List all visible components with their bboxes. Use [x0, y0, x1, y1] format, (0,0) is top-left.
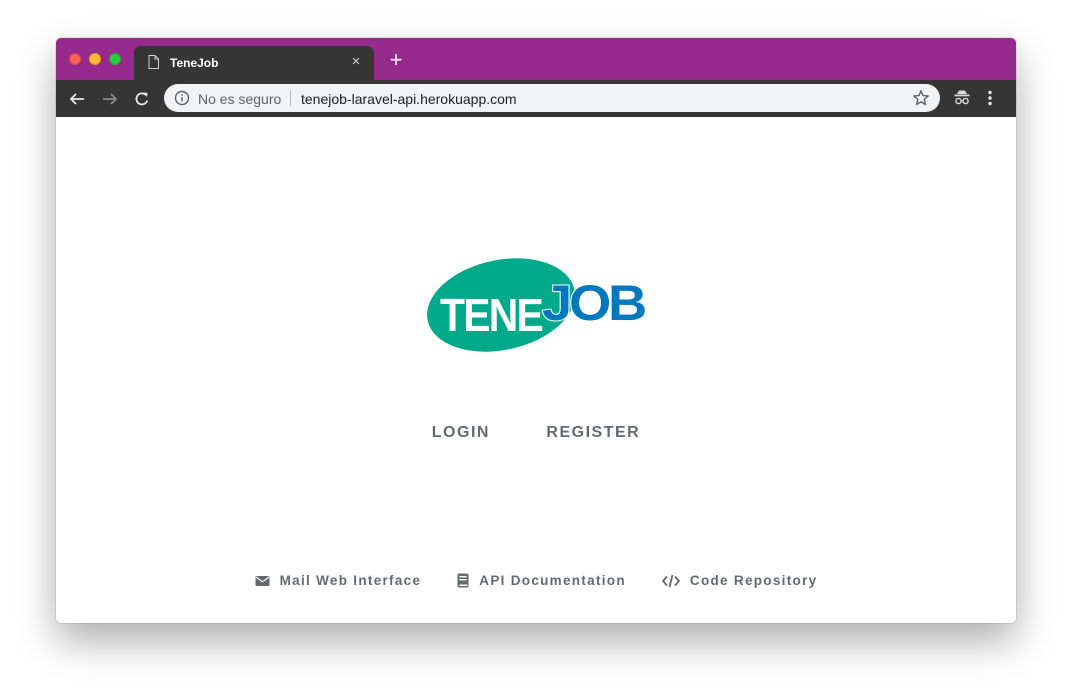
address-bar[interactable]: No es seguro tenejob-laravel-api.herokua…	[164, 84, 940, 112]
tab-title: TeneJob	[170, 56, 219, 70]
tenejob-logo: TENE JOB	[424, 257, 650, 358]
url-text[interactable]: tenejob-laravel-api.herokuapp.com	[301, 91, 517, 107]
window-maximize-button[interactable]	[109, 53, 121, 65]
omnibox-divider	[290, 90, 291, 106]
close-icon[interactable]: ×	[348, 54, 364, 70]
browser-window: TeneJob × + No es seguro tenejob-laravel…	[56, 38, 1016, 623]
back-icon[interactable]	[66, 88, 88, 110]
window-minimize-button[interactable]	[89, 53, 101, 65]
code-repository-link[interactable]: Code Repository	[661, 573, 818, 588]
tab-bar: TeneJob × +	[56, 38, 1016, 80]
logo-job-text: JOB	[542, 275, 645, 331]
login-link[interactable]: LOGIN	[432, 424, 490, 442]
api-documentation-label: API Documentation	[479, 573, 626, 588]
forward-icon[interactable]	[99, 88, 121, 110]
book-icon	[457, 573, 469, 588]
envelope-icon	[255, 575, 270, 587]
auth-links: LOGIN REGISTER	[56, 424, 1016, 442]
browser-toolbar: No es seguro tenejob-laravel-api.herokua…	[56, 80, 1016, 117]
document-icon	[148, 55, 159, 74]
security-label[interactable]: No es seguro	[198, 91, 281, 107]
info-icon[interactable]	[174, 90, 190, 111]
star-icon[interactable]	[912, 89, 930, 112]
code-icon	[661, 574, 680, 588]
window-close-button[interactable]	[69, 53, 81, 65]
footer-links: Mail Web Interface API Documentation Cod…	[56, 573, 1016, 588]
logo-tene-text: TENE	[440, 289, 542, 341]
tab-tenejob[interactable]: TeneJob ×	[134, 46, 374, 80]
mail-web-interface-link[interactable]: Mail Web Interface	[255, 573, 422, 588]
more-menu-icon[interactable]	[986, 89, 994, 112]
incognito-extension-icon[interactable]	[953, 89, 971, 112]
code-repository-label: Code Repository	[689, 573, 818, 588]
api-documentation-link[interactable]: API Documentation	[457, 573, 626, 588]
reload-icon[interactable]	[131, 88, 153, 110]
page-content: TENE JOB LOGIN REGISTER Mail Web Interfa…	[56, 117, 1016, 623]
register-link[interactable]: REGISTER	[546, 424, 640, 442]
new-tab-button[interactable]: +	[386, 49, 406, 71]
mail-web-interface-label: Mail Web Interface	[279, 573, 422, 588]
